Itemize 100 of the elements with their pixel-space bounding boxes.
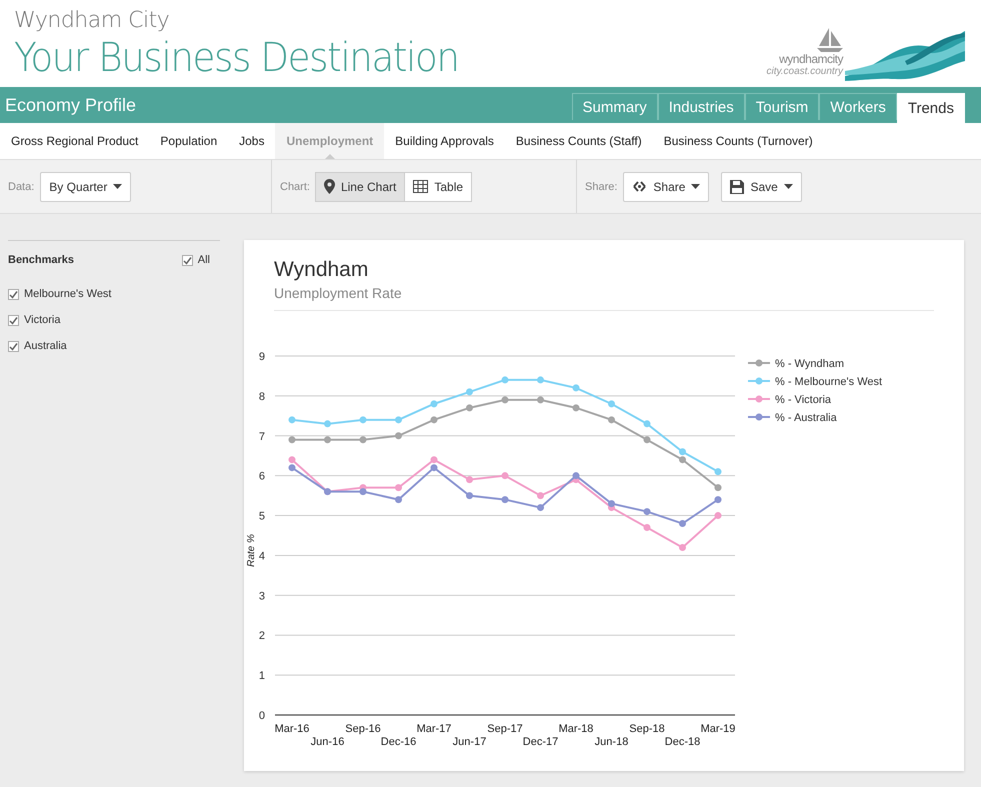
checkbox[interactable] <box>8 288 19 300</box>
site-subtitle: Wyndham City <box>14 8 170 34</box>
caret-icon <box>691 184 700 189</box>
y-tick-label: 1 <box>258 670 265 682</box>
point <box>644 524 650 532</box>
x-tick-label: Sep-18 <box>629 723 665 735</box>
y-tick-label: 4 <box>258 550 265 562</box>
point <box>466 492 473 500</box>
y-tick-label: 7 <box>258 430 265 443</box>
point <box>430 400 438 408</box>
point <box>288 436 296 444</box>
x-tick-label: Dec-17 <box>522 736 558 748</box>
point <box>679 520 686 528</box>
point <box>360 436 366 444</box>
x-tick-label: Mar-17 <box>416 723 452 735</box>
point <box>360 416 366 424</box>
checkbox[interactable] <box>8 314 19 326</box>
point <box>714 496 722 504</box>
x-tick-label: Mar-19 <box>700 723 736 735</box>
point <box>395 496 402 504</box>
x-tick-label: Dec-16 <box>380 736 416 748</box>
chart-type-button[interactable]: Line Chart <box>314 172 406 202</box>
point <box>679 544 686 551</box>
point <box>608 416 615 424</box>
point <box>714 468 722 476</box>
point <box>572 384 580 392</box>
data-dropdown[interactable]: By Quarter <box>40 172 132 202</box>
point <box>395 416 402 424</box>
point <box>537 376 544 384</box>
share-icon <box>632 180 648 193</box>
point <box>608 500 615 508</box>
data-label: Data: <box>8 180 34 192</box>
point <box>537 396 544 404</box>
point <box>430 464 438 472</box>
x-tick-label: Sep-16 <box>345 723 381 735</box>
logo-name: wyndhamcity <box>779 52 843 66</box>
point <box>714 512 722 520</box>
point <box>572 404 580 412</box>
checkbox[interactable] <box>8 340 19 352</box>
point <box>324 420 331 428</box>
point <box>502 496 508 504</box>
point <box>644 420 650 428</box>
logo-tagline: city.coast.country <box>766 66 843 77</box>
caret-icon <box>113 184 122 189</box>
map-pin-icon <box>324 179 335 194</box>
point <box>537 504 544 512</box>
caret-icon <box>784 184 793 189</box>
nav-tab[interactable]: Trends <box>896 93 965 123</box>
point <box>360 488 366 496</box>
x-tick-label: Jun-17 <box>452 736 486 748</box>
point <box>288 456 296 464</box>
chart-type-button[interactable]: Table <box>404 172 472 202</box>
point <box>537 492 544 500</box>
table-icon <box>413 180 428 193</box>
y-tick-label: 8 <box>258 390 265 403</box>
site-title: Your Business Destination <box>14 34 459 82</box>
point <box>714 484 722 492</box>
legend-label: % - Melbourne's West <box>775 376 882 388</box>
point <box>502 396 508 404</box>
checkbox-label: Melbourne's West <box>24 288 112 300</box>
point <box>502 472 508 480</box>
point <box>679 448 686 456</box>
x-tick-label: Sep-17 <box>487 723 523 735</box>
x-tick-label: Jun-16 <box>310 736 344 748</box>
y-tick-label: 6 <box>258 470 265 483</box>
point <box>679 456 686 464</box>
share-label: Share: <box>585 180 618 192</box>
share-button[interactable]: Share <box>623 172 710 202</box>
sailboat-icon <box>817 28 843 52</box>
checkbox-label: All <box>198 254 210 266</box>
point <box>324 436 331 444</box>
y-tick-label: 2 <box>258 630 265 642</box>
legend-label: % - Victoria <box>775 394 832 406</box>
section-title: Economy Profile <box>5 94 136 116</box>
point <box>466 388 473 396</box>
point <box>395 432 402 440</box>
point <box>572 472 580 480</box>
point <box>608 400 615 408</box>
point <box>644 508 650 516</box>
point <box>395 484 402 492</box>
y-tick-label: 9 <box>258 351 265 363</box>
checkbox[interactable] <box>182 254 193 266</box>
x-tick-label: Dec-18 <box>664 736 700 748</box>
legend-label: % - Australia <box>775 412 837 424</box>
save-button[interactable]: Save <box>721 172 802 202</box>
chart-label: Chart: <box>280 180 310 192</box>
chart-subtitle: Unemployment Rate <box>274 285 934 311</box>
y-tick-label: 3 <box>258 590 265 602</box>
point <box>288 416 296 424</box>
point <box>644 436 650 444</box>
legend-label: % - Wyndham <box>775 358 844 370</box>
point <box>502 376 508 384</box>
point <box>466 476 473 484</box>
chart-title: Wyndham <box>274 258 370 282</box>
benchmarks-heading: Benchmarks <box>8 254 74 266</box>
y-axis-title: Rate % <box>246 534 257 567</box>
point <box>430 456 438 464</box>
point <box>430 416 438 424</box>
point <box>288 464 296 472</box>
checkbox-label: Victoria <box>24 314 60 326</box>
